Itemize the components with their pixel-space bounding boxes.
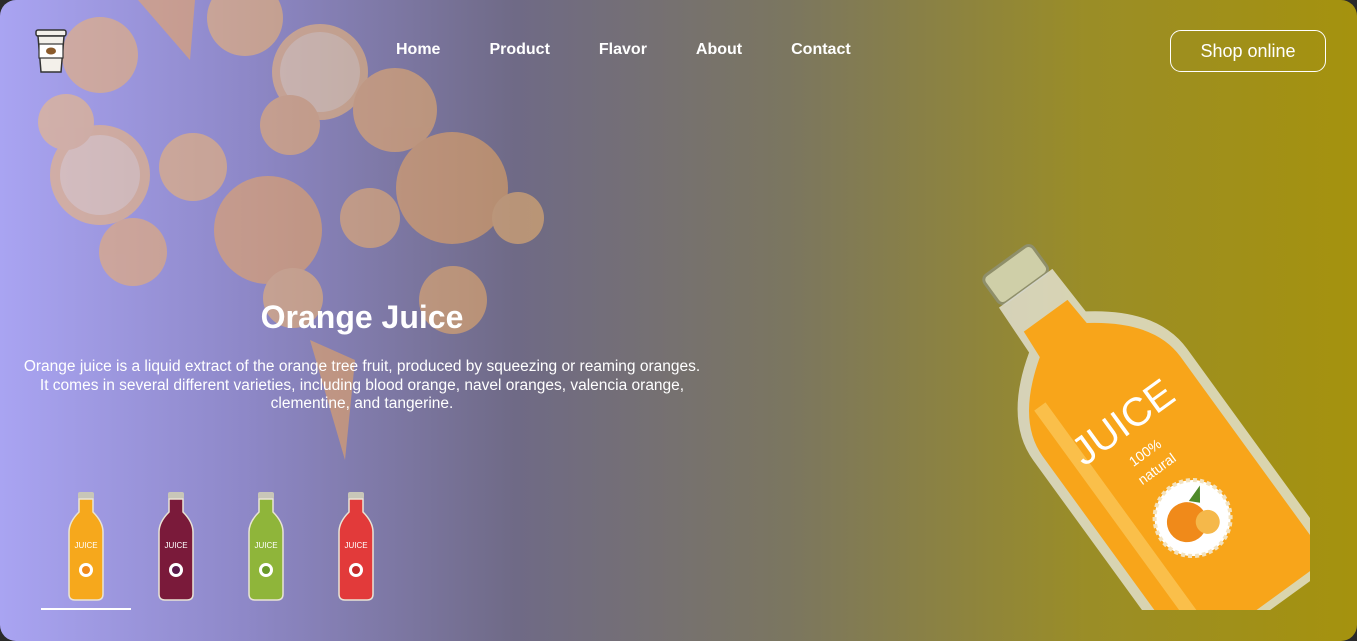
nav-flavor-link[interactable]: Flavor — [599, 41, 647, 59]
svg-text:JUICE: JUICE — [74, 541, 97, 550]
nav-contact-link[interactable]: Contact — [791, 41, 851, 59]
shop-online-button[interactable]: Shop online — [1170, 30, 1326, 72]
orange-juice-bottle-icon: JUICE — [68, 492, 104, 601]
thumbnail-strawberry-juice[interactable]: JUICE — [311, 490, 401, 602]
thumbnail-apple-juice[interactable]: JUICE — [221, 490, 311, 602]
hero-description: Orange juice is a liquid extract of the … — [23, 358, 701, 412]
strawberry-juice-bottle-icon: JUICE — [338, 492, 374, 601]
landing-page: Home Product Flavor About Contact Shop o… — [0, 0, 1357, 641]
svg-text:JUICE: JUICE — [344, 541, 367, 550]
nav-about-link[interactable]: About — [696, 41, 742, 59]
thumbnail-grape-juice[interactable]: JUICE — [131, 490, 221, 602]
svg-text:JUICE: JUICE — [164, 541, 187, 550]
nav-product-link[interactable]: Product — [489, 41, 549, 59]
grape-juice-bottle-icon: JUICE — [158, 492, 194, 601]
hero-title: Orange Juice — [260, 299, 464, 335]
coffee-cup-logo-icon[interactable] — [32, 26, 70, 76]
apple-juice-bottle-icon: JUICE — [248, 492, 284, 601]
flavor-thumbnails: JUICE JUICE JUICE JUICE — [41, 490, 401, 602]
main-navigation: Home Product Flavor About Contact — [396, 41, 900, 59]
thumbnail-orange-juice[interactable]: JUICE — [41, 490, 131, 602]
nav-home-link[interactable]: Home — [396, 41, 440, 59]
active-thumbnail-indicator — [41, 608, 131, 610]
orange-juice-hero-bottle-image: JUICE 100% natural — [982, 244, 1310, 610]
svg-text:JUICE: JUICE — [254, 541, 277, 550]
